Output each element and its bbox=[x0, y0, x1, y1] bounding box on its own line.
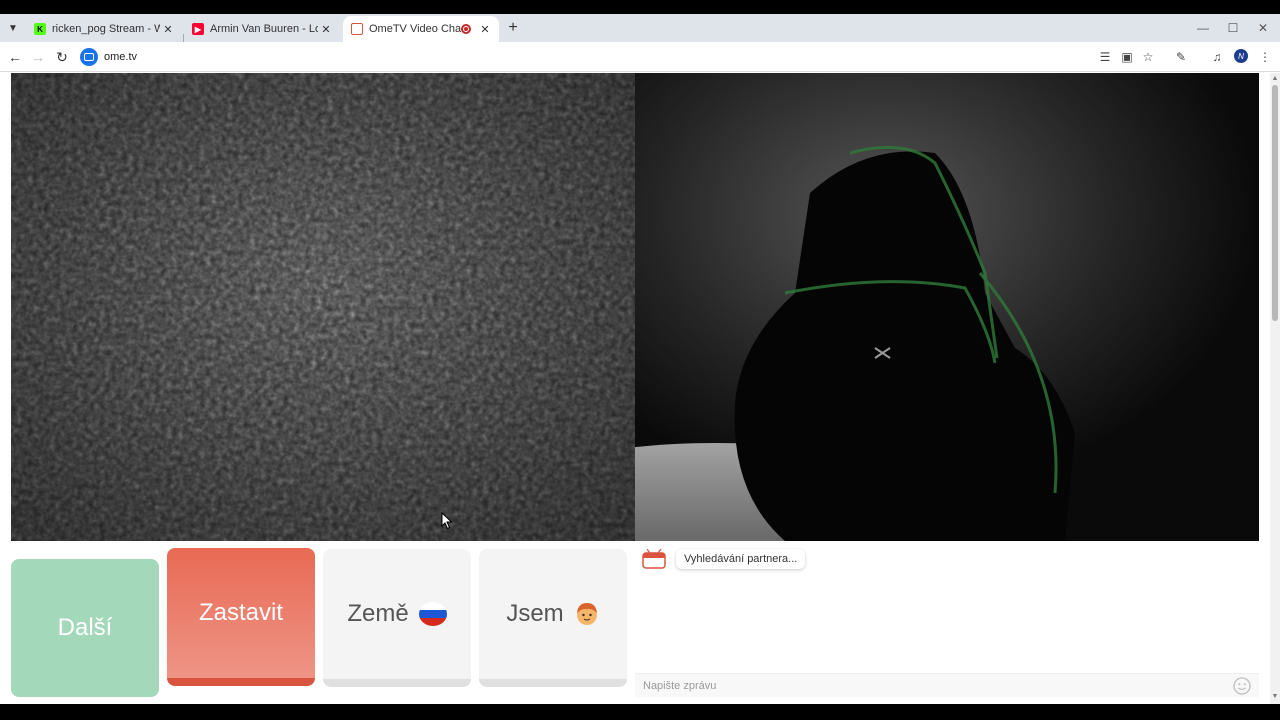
screen-top-bar bbox=[0, 0, 1280, 14]
kick-icon: K bbox=[34, 23, 46, 35]
stop-button[interactable]: Zastavit bbox=[167, 548, 315, 686]
svg-text:N: N bbox=[1238, 52, 1244, 61]
boy-face-icon bbox=[576, 603, 597, 625]
stop-button-label: Zastavit bbox=[198, 599, 284, 626]
recording-icon bbox=[461, 24, 471, 34]
screen-bottom-bar bbox=[0, 704, 1280, 720]
scroll-down-arrow-icon[interactable]: ▼ bbox=[1271, 693, 1279, 701]
ometv-icon bbox=[351, 23, 363, 35]
tab-title: Armin Van Buuren - Lose This Feeling bbox=[210, 23, 318, 35]
ometv-logo-icon bbox=[642, 549, 666, 569]
tab-search-button[interactable]: ▼ bbox=[4, 18, 22, 38]
chat-panel: Vyhledávání partnera... bbox=[635, 541, 1259, 698]
reload-icon[interactable]: ↻ bbox=[52, 47, 72, 67]
chat-status-message: Vyhledávání partnera... bbox=[676, 549, 806, 569]
chat-message-input[interactable] bbox=[635, 674, 1225, 698]
browser-window: ▼ K ricken_pog Stream - Watch Live ✕ ▶ A… bbox=[0, 0, 1280, 720]
remote-video bbox=[635, 73, 1259, 541]
install-app-icon[interactable]: ▣ bbox=[1118, 48, 1136, 66]
tab-youtube[interactable]: ▶ Armin Van Buuren - Lose This Feeling ✕ bbox=[184, 16, 340, 42]
extensions-icon[interactable]: ✎ bbox=[1172, 48, 1190, 66]
address-bar[interactable]: ome.tv bbox=[80, 46, 1090, 68]
ometv-page: Další Zastavit Země Jsem Vyhledávání par… bbox=[0, 73, 1270, 704]
scrollbar-thumb[interactable] bbox=[1272, 85, 1278, 321]
translate-icon[interactable]: ☰ bbox=[1096, 48, 1114, 66]
scroll-up-arrow-icon[interactable]: ▲ bbox=[1271, 75, 1279, 83]
tab-strip: ▼ K ricken_pog Stream - Watch Live ✕ ▶ A… bbox=[0, 14, 1280, 48]
emoji-icon[interactable] bbox=[1233, 677, 1251, 695]
tab-ometv[interactable]: OmeTV Video Chat — Omegle ✕ bbox=[343, 16, 499, 42]
country-select-button[interactable]: Země bbox=[323, 549, 471, 687]
tab-kick[interactable]: K ricken_pog Stream - Watch Live ✕ bbox=[26, 16, 182, 42]
menu-kebab-icon[interactable]: ⋮ bbox=[1256, 48, 1274, 66]
media-controls-icon[interactable]: ♫ bbox=[1208, 48, 1226, 66]
tab-title: ricken_pog Stream - Watch Live bbox=[52, 23, 160, 35]
forward-arrow-icon[interactable]: → bbox=[28, 47, 48, 67]
country-label: Země bbox=[347, 600, 409, 627]
page-scrollbar[interactable]: ▲ ▼ bbox=[1270, 73, 1280, 704]
maximize-icon[interactable]: ☐ bbox=[1218, 14, 1248, 42]
gender-select-button[interactable]: Jsem bbox=[479, 549, 627, 687]
minimize-icon[interactable]: — bbox=[1188, 14, 1218, 42]
bookmark-star-icon[interactable]: ☆ bbox=[1139, 48, 1157, 66]
mouse-cursor-icon bbox=[441, 512, 453, 530]
chat-input-bar bbox=[635, 673, 1259, 698]
profile-avatar[interactable]: N bbox=[1232, 48, 1250, 66]
close-window-icon[interactable]: ✕ bbox=[1248, 14, 1278, 42]
youtube-icon: ▶ bbox=[192, 23, 204, 35]
russia-flag-icon bbox=[418, 602, 447, 626]
close-icon[interactable]: ✕ bbox=[318, 23, 334, 36]
site-info-icon[interactable] bbox=[80, 48, 98, 66]
address-text: ome.tv bbox=[104, 51, 138, 63]
browser-toolbar: ← → ↻ ome.tv ☰ ▣ ☆ ✎ ♫ N ⋮ bbox=[0, 42, 1280, 72]
tab-title: OmeTV Video Chat — Omegle bbox=[369, 23, 461, 35]
next-button-label: Další bbox=[57, 614, 113, 641]
local-video bbox=[11, 73, 635, 541]
back-arrow-icon[interactable]: ← bbox=[5, 47, 25, 67]
next-button[interactable]: Další bbox=[11, 559, 159, 697]
new-tab-button[interactable]: + bbox=[504, 18, 522, 38]
close-icon[interactable]: ✕ bbox=[477, 23, 493, 36]
gender-label: Jsem bbox=[506, 600, 564, 627]
close-icon[interactable]: ✕ bbox=[160, 23, 176, 36]
